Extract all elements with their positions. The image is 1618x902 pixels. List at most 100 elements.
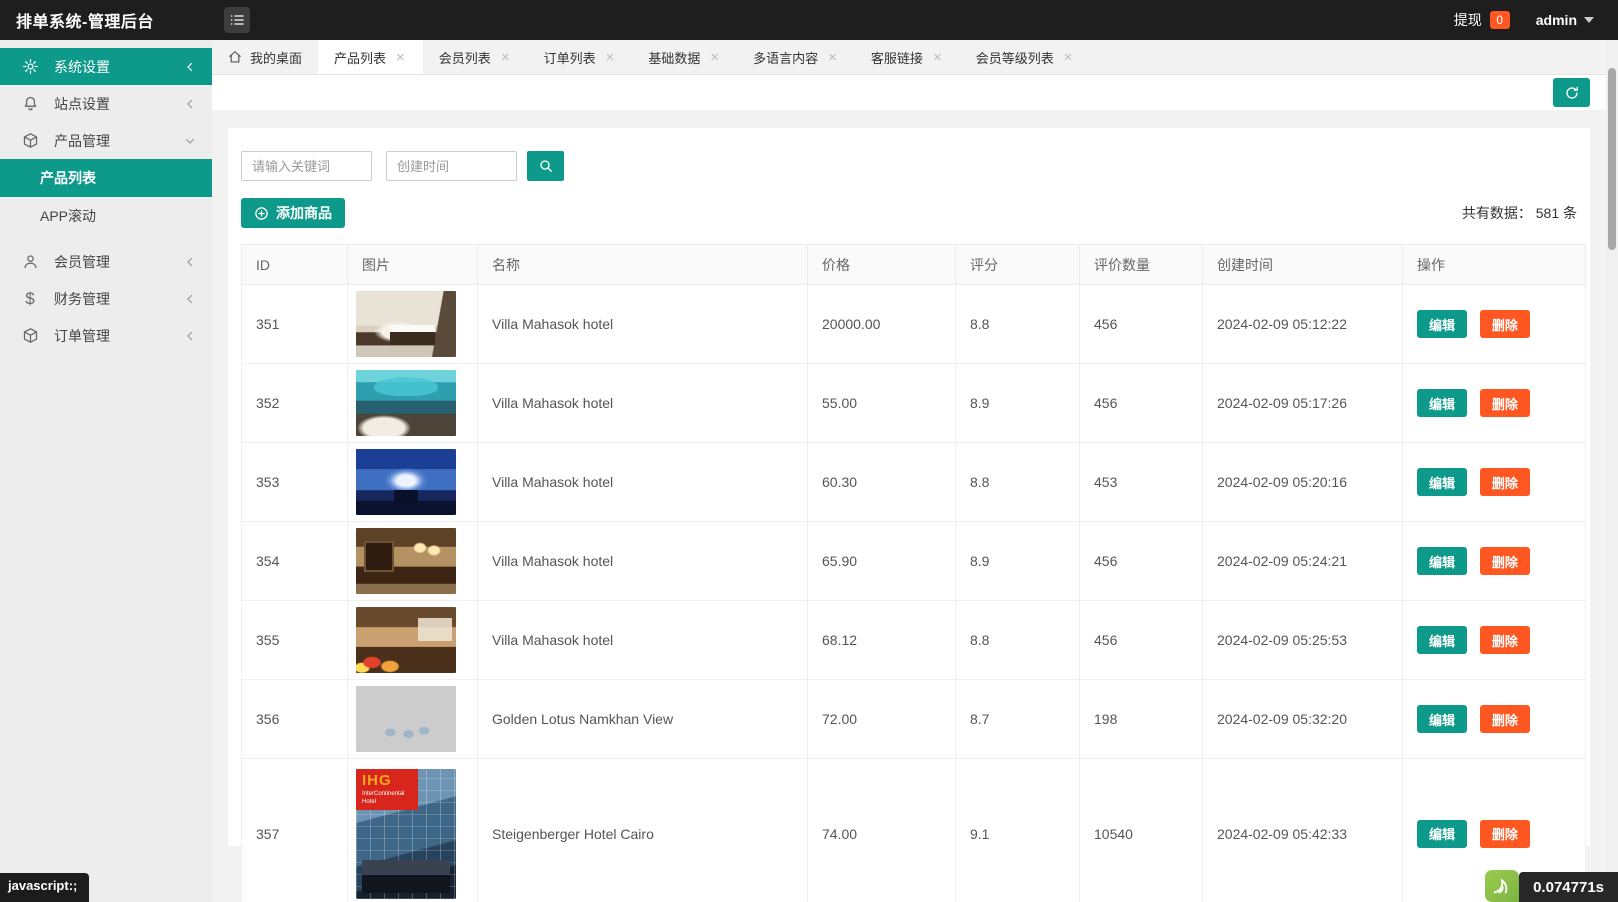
cell-score: 8.7 — [956, 680, 1080, 759]
user-menu[interactable]: admin — [1536, 12, 1594, 28]
cell-reviews: 198 — [1080, 680, 1203, 759]
sidebar-item-finance-management[interactable]: $ 财务管理 — [0, 280, 212, 317]
refresh-button[interactable] — [1553, 78, 1590, 107]
cell-score: 8.9 — [956, 364, 1080, 443]
cell-score: 8.8 — [956, 601, 1080, 680]
delete-button[interactable]: 删除 — [1480, 820, 1530, 848]
thinkphp-flame-icon — [1485, 870, 1519, 902]
cell-reviews: 456 — [1080, 364, 1203, 443]
product-image[interactable] — [356, 370, 456, 436]
ihg-logo-badge: IHG InterContinental Hotel — [356, 769, 418, 810]
plus-circle-icon — [254, 206, 269, 221]
cell-image — [348, 443, 478, 522]
tab-label: 订单列表 — [544, 48, 596, 67]
close-icon[interactable]: × — [931, 48, 944, 67]
chevron-left-icon — [184, 256, 196, 268]
close-icon[interactable]: × — [826, 48, 839, 67]
delete-button[interactable]: 删除 — [1480, 705, 1530, 733]
edit-button[interactable]: 编辑 — [1417, 547, 1467, 575]
page-toolbar — [212, 75, 1606, 110]
cell-reviews: 453 — [1080, 443, 1203, 522]
edit-button[interactable]: 编辑 — [1417, 389, 1467, 417]
cell-name: Villa Mahasok hotel — [478, 443, 808, 522]
cell-created: 2024-02-09 05:25:53 — [1203, 601, 1403, 680]
cell-name: Golden Lotus Namkhan View — [478, 680, 808, 759]
cell-name: Villa Mahasok hotel — [478, 522, 808, 601]
delete-button[interactable]: 删除 — [1480, 626, 1530, 654]
product-image[interactable] — [356, 528, 456, 594]
create-time-input[interactable] — [386, 151, 517, 181]
edit-button[interactable]: 编辑 — [1417, 705, 1467, 733]
tab-basic-data[interactable]: 基础数据 × — [632, 40, 737, 74]
bell-icon — [20, 94, 40, 114]
sidebar-subitem-product-list[interactable]: 产品列表 — [0, 159, 212, 197]
cell-price: 65.90 — [808, 522, 956, 601]
tab-label: 我的桌面 — [250, 48, 302, 67]
status-bar-link-hint: javascript:; — [0, 873, 89, 902]
product-image[interactable] — [356, 449, 456, 515]
cell-created: 2024-02-09 05:20:16 — [1203, 443, 1403, 522]
product-image[interactable] — [356, 686, 456, 752]
vertical-scrollbar[interactable] — [1606, 40, 1618, 902]
cell-price: 68.12 — [808, 601, 956, 680]
close-icon[interactable]: × — [1062, 48, 1075, 67]
tab-service-link[interactable]: 客服链接 × — [855, 40, 960, 74]
delete-button[interactable]: 删除 — [1480, 468, 1530, 496]
tab-multilanguage[interactable]: 多语言内容 × — [737, 40, 855, 74]
edit-button[interactable]: 编辑 — [1417, 820, 1467, 848]
keyword-input[interactable] — [241, 151, 372, 181]
cell-actions: 编辑 删除 — [1403, 364, 1586, 443]
add-product-button[interactable]: 添加商品 — [241, 198, 345, 228]
ihg-logo-text: IHG — [362, 773, 418, 788]
search-button[interactable] — [527, 151, 564, 181]
sidebar-item-site-settings[interactable]: 站点设置 — [0, 85, 212, 122]
cell-created: 2024-02-09 05:32:20 — [1203, 680, 1403, 759]
product-image[interactable]: IHG InterContinental Hotel — [356, 769, 456, 899]
sidebar-item-order-management[interactable]: 订单管理 — [0, 317, 212, 354]
tab-label: 会员列表 — [439, 48, 491, 67]
delete-button[interactable]: 删除 — [1480, 310, 1530, 338]
product-image[interactable] — [356, 607, 456, 673]
edit-button[interactable]: 编辑 — [1417, 310, 1467, 338]
gear-icon — [20, 57, 40, 77]
sidebar-subitem-app-scroll[interactable]: APP滚动 — [0, 197, 212, 235]
cell-created: 2024-02-09 05:12:22 — [1203, 285, 1403, 364]
cell-name: Steigenberger Hotel Cairo — [478, 759, 808, 902]
chevron-down-icon — [184, 135, 196, 147]
sidebar-item-system-settings[interactable]: 系统设置 — [0, 48, 212, 85]
sidebar-item-label: 财务管理 — [54, 289, 184, 309]
withdraw-menu[interactable]: 提现 0 — [1454, 10, 1510, 30]
exec-time-badge: 0.074771s — [1519, 872, 1618, 902]
user-icon — [20, 252, 40, 272]
close-icon[interactable]: × — [604, 48, 617, 67]
tab-member-list[interactable]: 会员列表 × — [423, 40, 528, 74]
close-icon[interactable]: × — [394, 48, 407, 67]
table-row: 357 IHG InterContinental Hotel Steigenbe… — [242, 759, 1586, 902]
tab-member-level-list[interactable]: 会员等级列表 × — [960, 40, 1091, 74]
sidebar-item-product-management[interactable]: 产品管理 — [0, 122, 212, 159]
cell-name: Villa Mahasok hotel — [478, 285, 808, 364]
col-header-price: 价格 — [808, 245, 956, 285]
cell-score: 8.8 — [956, 285, 1080, 364]
delete-button[interactable]: 删除 — [1480, 389, 1530, 417]
product-image[interactable] — [356, 291, 456, 357]
product-list-card: 添加商品 共有数据： 581 条 ID 图片 名称 价格 评分 评价数量 — [228, 128, 1590, 846]
edit-button[interactable]: 编辑 — [1417, 468, 1467, 496]
sidebar-item-member-management[interactable]: 会员管理 — [0, 243, 212, 280]
cell-price: 60.30 — [808, 443, 956, 522]
cell-score: 8.8 — [956, 443, 1080, 522]
chevron-left-icon — [184, 98, 196, 110]
sidebar-toggle-button[interactable] — [224, 7, 250, 33]
close-icon[interactable]: × — [708, 48, 721, 67]
tab-product-list[interactable]: 产品列表 × — [318, 40, 423, 74]
cell-id: 355 — [242, 601, 348, 680]
tab-order-list[interactable]: 订单列表 × — [528, 40, 633, 74]
close-icon[interactable]: × — [499, 48, 512, 67]
delete-button[interactable]: 删除 — [1480, 547, 1530, 575]
table-row: 356 Golden Lotus Namkhan View 72.00 8.7 … — [242, 680, 1586, 759]
dollar-icon: $ — [20, 289, 40, 309]
edit-button[interactable]: 编辑 — [1417, 626, 1467, 654]
scrollbar-thumb[interactable] — [1608, 68, 1616, 250]
tab-my-desktop[interactable]: 我的桌面 — [212, 40, 318, 74]
exec-time-widget: 0.074771s — [1485, 870, 1618, 902]
